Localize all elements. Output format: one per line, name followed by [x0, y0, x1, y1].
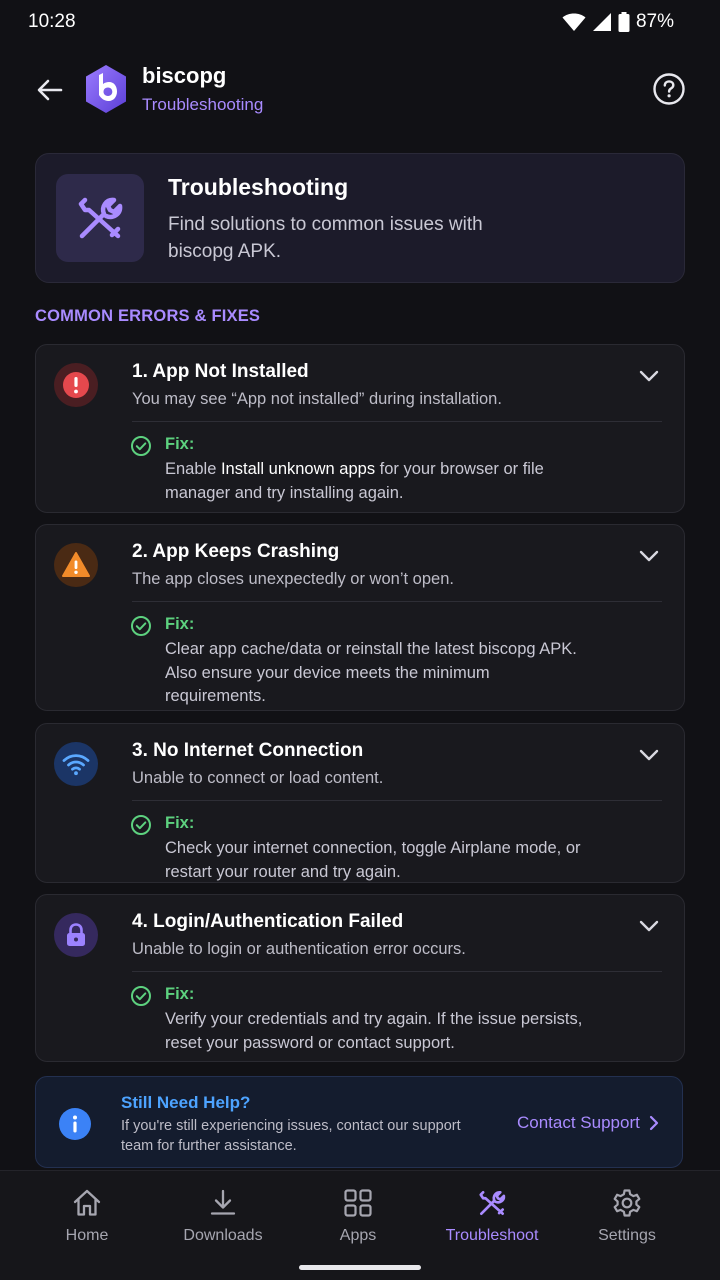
- fix-text: Verify your credentials and try again. I…: [165, 1010, 583, 1052]
- card-divider: [132, 601, 662, 602]
- issue-description: Unable to login or authentication error …: [132, 940, 466, 958]
- contact-support-link[interactable]: Contact Support: [517, 1113, 660, 1133]
- chevron-down-icon[interactable]: [636, 913, 662, 939]
- chevron-down-icon[interactable]: [636, 543, 662, 569]
- issue-card-app-not-installed[interactable]: 1. App Not Installed You may see “App no…: [35, 344, 685, 513]
- cell-signal-icon: [592, 13, 611, 31]
- nav-label: Downloads: [183, 1227, 263, 1244]
- app-name: biscopg: [142, 63, 227, 88]
- info-icon: [59, 1108, 91, 1140]
- chevron-right-icon: [649, 1115, 658, 1131]
- issue-icon-badge: [54, 742, 98, 786]
- card-divider: [132, 421, 662, 422]
- issue-icon-badge: [54, 913, 98, 957]
- wifi-signal-icon: [562, 13, 586, 31]
- nav-item-troubleshoot[interactable]: Troubleshoot: [425, 1171, 559, 1261]
- fix-text: Clear app cache/data or reinstall the la…: [165, 640, 577, 705]
- nav-item-home[interactable]: Home: [20, 1171, 154, 1261]
- troubleshooting-hero-card: Troubleshooting Find solutions to common…: [35, 153, 685, 283]
- fix-text: Enable Install unknown apps for your bro…: [165, 460, 544, 502]
- help-description: If you're still experiencing issues, con…: [121, 1118, 461, 1154]
- nav-label: Home: [65, 1227, 109, 1244]
- fix-label: Fix:: [165, 985, 195, 1003]
- nav-label: Settings: [598, 1227, 656, 1244]
- fix-label: Fix:: [165, 615, 195, 633]
- gear-icon: [613, 1189, 641, 1217]
- lock-icon: [67, 923, 85, 946]
- error-icon: [63, 372, 89, 398]
- fix-highlight: Install unknown apps: [220, 460, 376, 478]
- bottom-navigation: Home Downloads Apps Troubleshoot Setting…: [0, 1170, 720, 1280]
- card-divider: [132, 800, 662, 801]
- chevron-down-icon[interactable]: [636, 363, 662, 389]
- download-icon: [210, 1189, 236, 1215]
- check-circle-icon: [131, 815, 151, 835]
- issue-title: 3. No Internet Connection: [132, 740, 364, 761]
- issue-title: 1. App Not Installed: [132, 361, 309, 382]
- nav-label: Troubleshoot: [445, 1227, 539, 1244]
- hero-icon-box: [56, 174, 144, 262]
- battery-icon: [618, 12, 630, 32]
- wifi-icon: [62, 754, 90, 776]
- battery-level: 87%: [635, 11, 674, 32]
- tools-icon: [78, 197, 123, 239]
- issue-card-login-failed[interactable]: 4. Login/Authentication Failed Unable to…: [35, 894, 685, 1062]
- home-icon: [73, 1189, 101, 1216]
- issue-card-no-internet[interactable]: 3. No Internet Connection Unable to conn…: [35, 723, 685, 883]
- still-need-help-card: Still Need Help? If you're still experie…: [35, 1076, 683, 1168]
- fix-text: Check your internet connection, toggle A…: [165, 839, 581, 881]
- help-circle-icon[interactable]: [652, 72, 686, 106]
- issue-icon-badge: [54, 543, 98, 587]
- app-bar: biscopg Troubleshooting: [0, 56, 720, 126]
- app-logo-icon: [86, 65, 126, 113]
- status-icons: 87%: [562, 11, 674, 33]
- tools-icon: [479, 1190, 506, 1215]
- section-label-common-errors: COMMON ERRORS & FIXES: [35, 307, 261, 325]
- nav-item-downloads[interactable]: Downloads: [156, 1171, 290, 1261]
- issue-title: 4. Login/Authentication Failed: [132, 911, 404, 932]
- status-time: 10:28: [28, 11, 76, 32]
- check-circle-icon: [131, 616, 151, 636]
- issue-description: You may see “App not installed” during i…: [132, 390, 502, 408]
- warning-icon: [62, 552, 90, 577]
- fix-label: Fix:: [165, 814, 195, 832]
- chevron-down-icon[interactable]: [636, 742, 662, 768]
- fix-label: Fix:: [165, 435, 195, 453]
- status-bar: 10:28 87%: [0, 0, 720, 44]
- hero-description: Find solutions to common issues with bis…: [168, 214, 483, 262]
- check-circle-icon: [131, 986, 151, 1006]
- check-circle-icon: [131, 436, 151, 456]
- nav-label: Apps: [339, 1227, 377, 1244]
- issue-icon-badge: [54, 363, 98, 407]
- contact-support-label: Contact Support: [517, 1113, 640, 1132]
- issue-title: 2. App Keeps Crashing: [132, 541, 340, 562]
- app-subtitle: Troubleshooting: [142, 95, 264, 114]
- issue-card-app-crashing[interactable]: 2. App Keeps Crashing The app closes une…: [35, 524, 685, 711]
- hero-title: Troubleshooting: [168, 174, 349, 200]
- issue-description: The app closes unexpectedly or won’t ope…: [132, 570, 454, 588]
- back-arrow-icon[interactable]: [34, 74, 66, 106]
- nav-item-apps[interactable]: Apps: [291, 1171, 425, 1261]
- card-divider: [132, 971, 662, 972]
- help-title: Still Need Help?: [121, 1093, 251, 1112]
- home-indicator[interactable]: [299, 1265, 421, 1270]
- apps-grid-icon: [344, 1189, 372, 1217]
- issue-description: Unable to connect or load content.: [132, 769, 384, 787]
- nav-item-settings[interactable]: Settings: [560, 1171, 694, 1261]
